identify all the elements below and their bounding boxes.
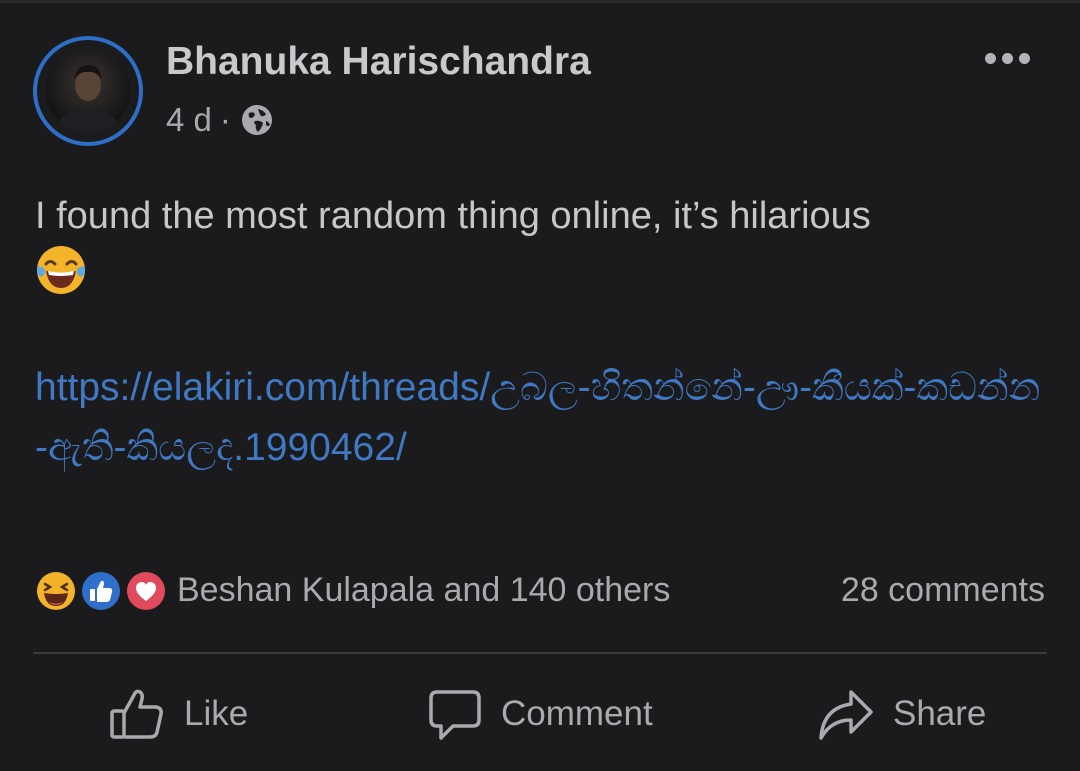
share-button[interactable]: Share bbox=[817, 682, 986, 746]
globe-icon[interactable] bbox=[241, 104, 273, 136]
comments-count[interactable]: 28 comments bbox=[841, 571, 1045, 610]
avatar-photo bbox=[46, 49, 130, 133]
haha-icon bbox=[34, 569, 78, 613]
comment-bubble-icon bbox=[429, 690, 481, 740]
more-options-icon[interactable] bbox=[982, 48, 1032, 68]
like-button[interactable]: Like bbox=[108, 682, 248, 746]
thumbs-up-icon bbox=[110, 689, 163, 739]
post-card: Bhanuka Harischandra 4 d · I found the m… bbox=[0, 0, 1080, 771]
tears-of-joy-emoji bbox=[35, 244, 87, 301]
author-name[interactable]: Bhanuka Harischandra bbox=[166, 40, 591, 84]
share-arrow-icon bbox=[819, 690, 873, 740]
comment-button[interactable]: Comment bbox=[427, 682, 653, 746]
author-avatar[interactable] bbox=[33, 36, 143, 146]
shared-link[interactable]: https://elakiri.com/threads/උබල-හිතන්නේ-… bbox=[35, 358, 1045, 478]
post-meta: 4 d · bbox=[166, 101, 273, 139]
love-icon bbox=[124, 569, 168, 613]
divider bbox=[33, 652, 1047, 654]
comment-label: Comment bbox=[501, 694, 653, 733]
post-text: I found the most random thing online, it… bbox=[35, 195, 871, 237]
post-time[interactable]: 4 d bbox=[166, 101, 212, 139]
meta-separator: · bbox=[219, 101, 231, 138]
reactions-summary[interactable]: Beshan Kulapala and 140 others bbox=[177, 571, 670, 610]
share-label: Share bbox=[893, 694, 987, 733]
like-icon bbox=[79, 569, 123, 613]
like-label: Like bbox=[184, 694, 249, 733]
